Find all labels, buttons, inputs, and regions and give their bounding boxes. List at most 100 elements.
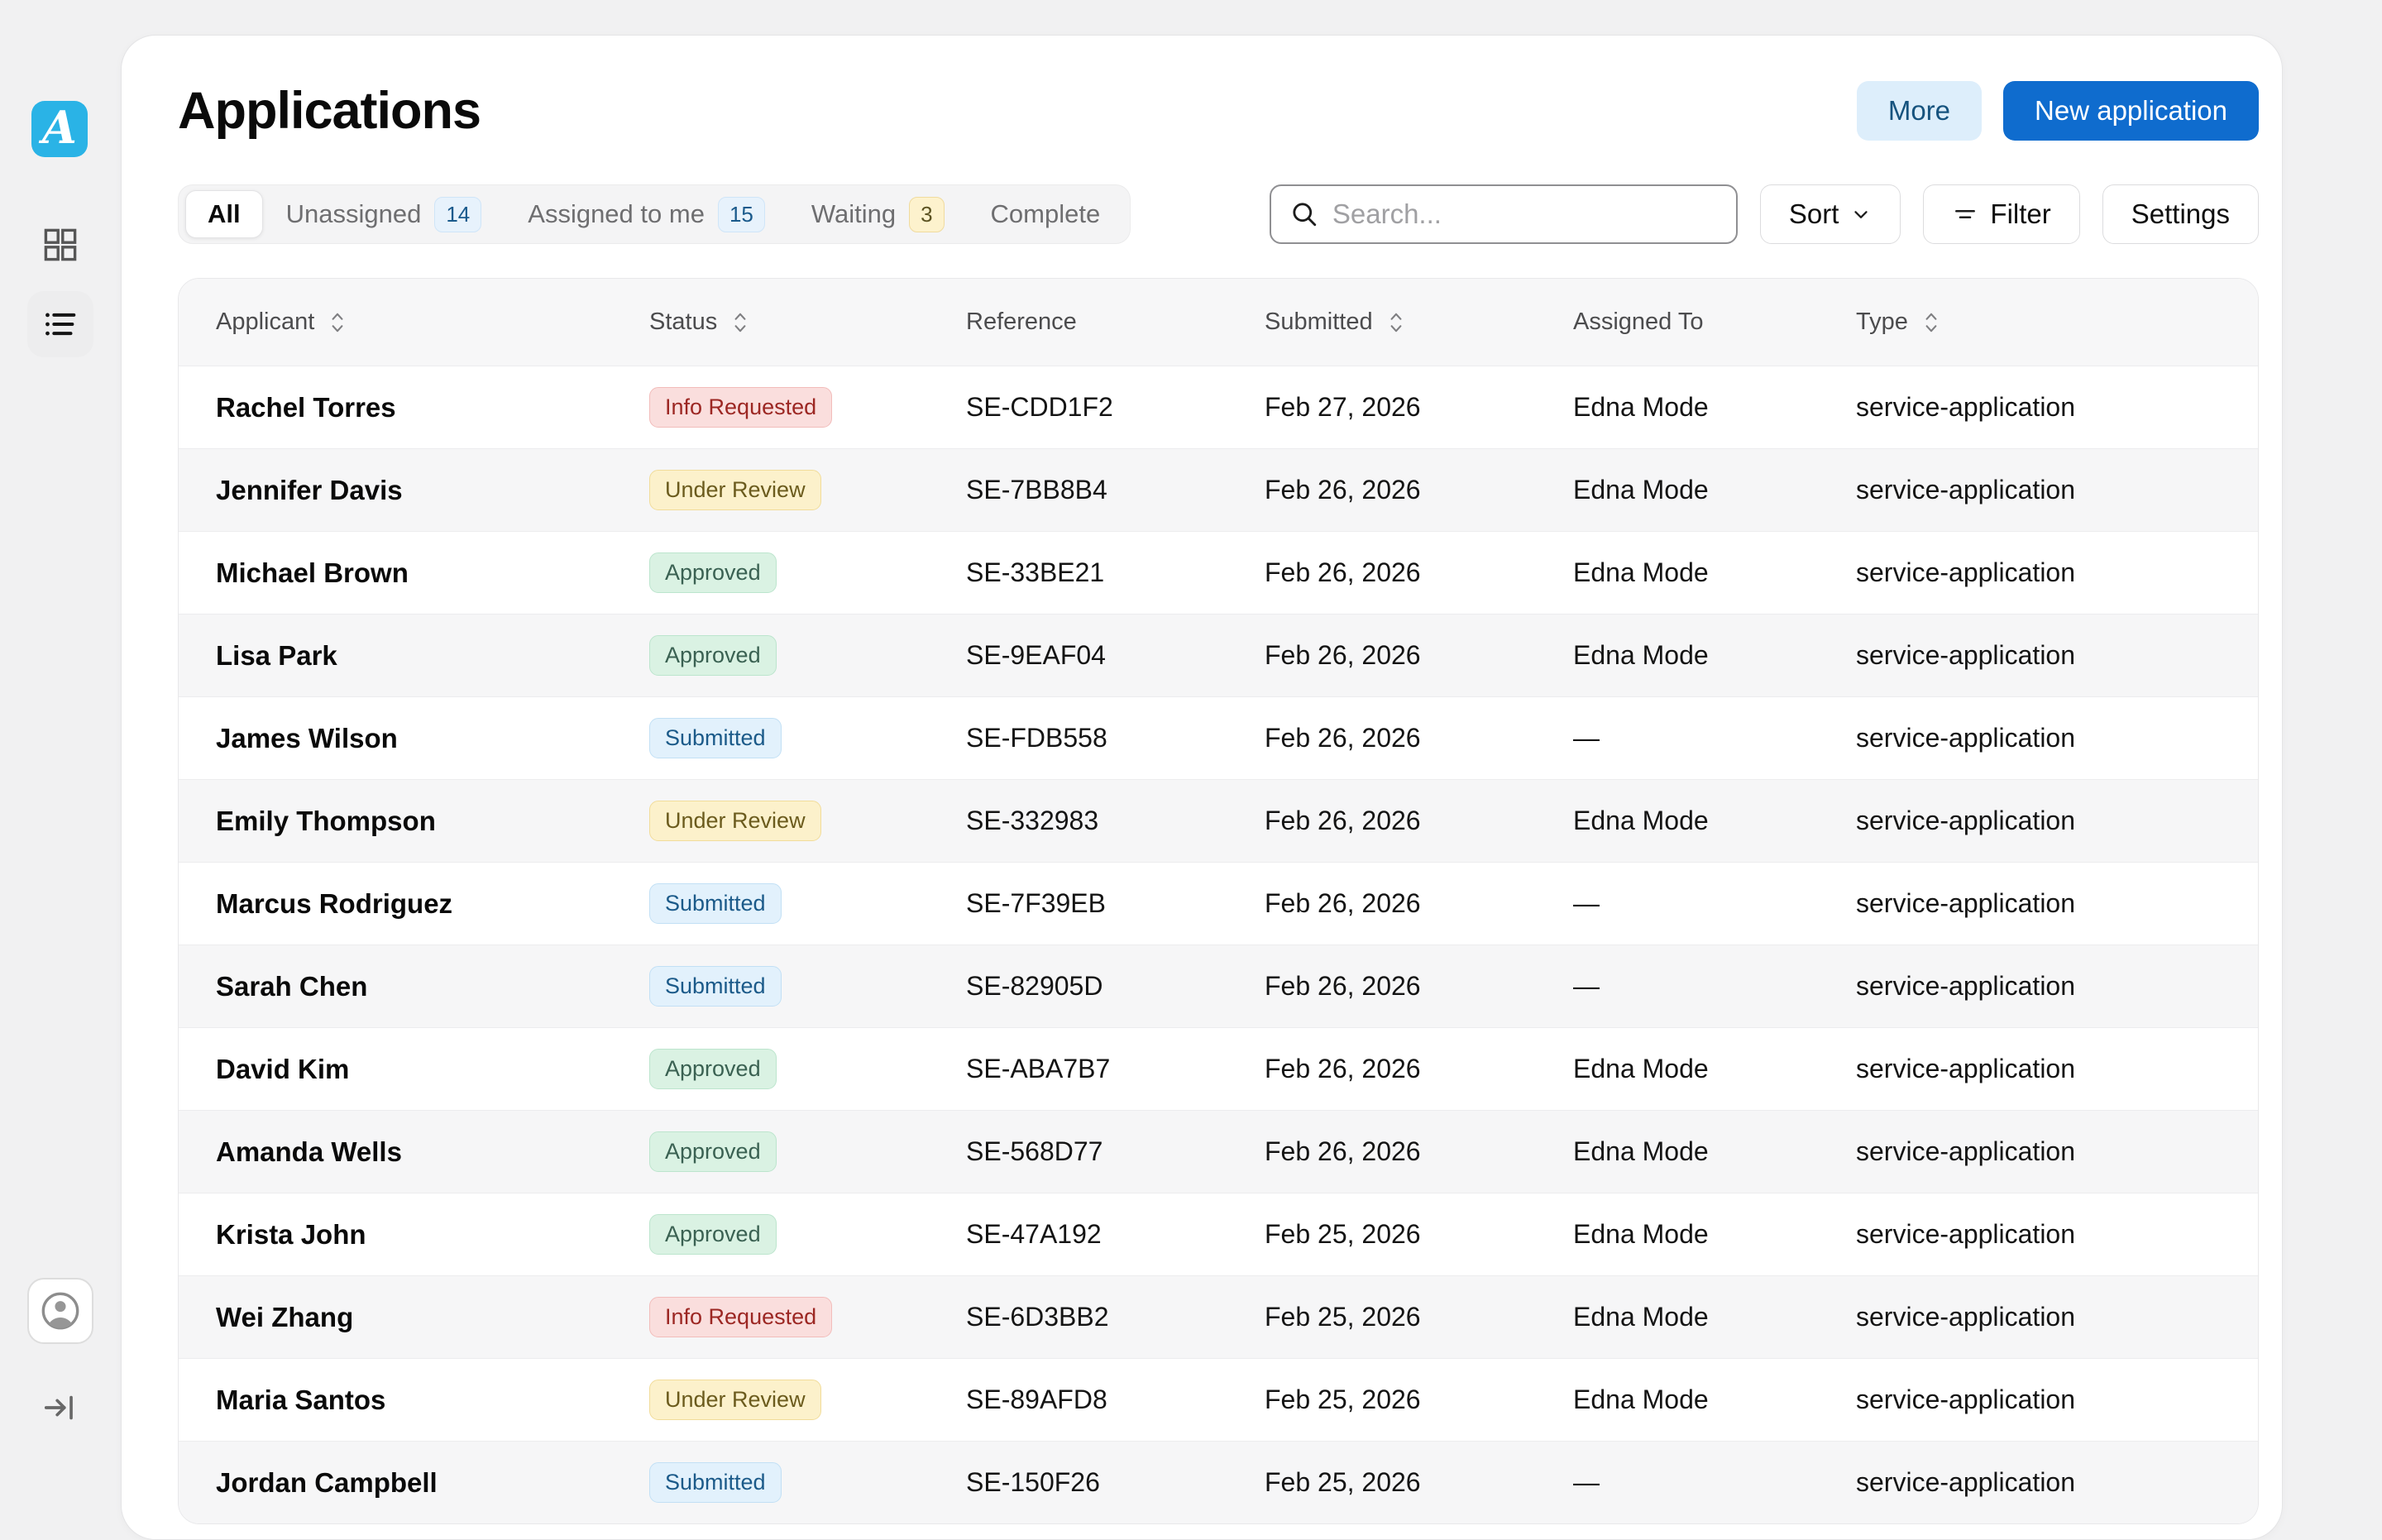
table-row[interactable]: Lisa Park Approved SE-9EAF04 Feb 26, 202… [179,614,2258,696]
reference-cell: SE-9EAF04 [966,640,1265,671]
tab-all[interactable]: All [185,190,263,238]
tab-complete[interactable]: Complete [968,190,1124,238]
column-header-type[interactable]: Type [1856,308,2258,336]
sort-button-label: Sort [1789,198,1839,230]
submitted-cell: Feb 26, 2026 [1265,1136,1573,1167]
tab-count-badge: 14 [434,197,481,232]
reference-cell: SE-ABA7B7 [966,1054,1265,1084]
filter-lines-icon [1952,201,1978,227]
table-header-row: Applicant Status Reference Submitted Ass… [179,279,2258,366]
sort-chevrons-icon [1922,310,1940,335]
settings-button-label: Settings [2131,198,2230,230]
column-header-status[interactable]: Status [649,308,966,336]
table-row[interactable]: David Kim Approved SE-ABA7B7 Feb 26, 202… [179,1027,2258,1110]
status-badge: Submitted [649,1462,782,1503]
user-avatar-icon [38,1289,83,1333]
table-row[interactable]: James Wilson Submitted SE-FDB558 Feb 26,… [179,696,2258,779]
table-row[interactable]: Marcus Rodriguez Submitted SE-7F39EB Feb… [179,862,2258,945]
sidebar-item-applications-list[interactable] [27,291,93,357]
applicant-name: Marcus Rodriguez [216,888,649,920]
assigned-to-cell: Edna Mode [1573,806,1856,836]
column-header-assigned-to: Assigned To [1573,308,1856,336]
assigned-to-cell: — [1573,723,1856,753]
reference-cell: SE-6D3BB2 [966,1302,1265,1332]
assigned-to-cell: — [1573,971,1856,1002]
assigned-to-cell: — [1573,888,1856,919]
tools: Sort Filter Settings [1270,184,2259,244]
reference-cell: SE-332983 [966,806,1265,836]
tabs: All Unassigned 14 Assigned to me 15 Wait… [178,184,1131,244]
more-button[interactable]: More [1857,81,1982,141]
table-row[interactable]: Michael Brown Approved SE-33BE21 Feb 26,… [179,531,2258,614]
user-profile-button[interactable] [27,1278,93,1344]
type-cell: service-application [1856,1054,2258,1084]
applicant-name: Lisa Park [216,640,649,672]
new-application-button[interactable]: New application [2003,81,2259,141]
applicant-name: Jennifer Davis [216,475,649,506]
tab-waiting[interactable]: Waiting 3 [788,190,968,238]
applicant-name: Jordan Campbell [216,1467,649,1499]
page-title: Applications [178,81,481,141]
table-row[interactable]: Emily Thompson Under Review SE-332983 Fe… [179,779,2258,862]
applications-table: Applicant Status Reference Submitted Ass… [178,278,2259,1524]
app-logo-letter: A [42,101,77,154]
sort-button[interactable]: Sort [1760,184,1901,244]
assigned-to-cell: Edna Mode [1573,557,1856,588]
tab-label: Unassigned [286,199,422,229]
table-row[interactable]: Rachel Torres Info Requested SE-CDD1F2 F… [179,366,2258,448]
assigned-to-cell: Edna Mode [1573,1054,1856,1084]
applicant-name: Amanda Wells [216,1136,649,1168]
status-badge: Under Review [649,470,821,510]
chevron-down-icon [1850,203,1872,225]
status-badge: Under Review [649,801,821,841]
applicant-name: Emily Thompson [216,806,649,837]
type-cell: service-application [1856,1302,2258,1332]
search-input[interactable] [1332,198,1718,230]
filter-button[interactable]: Filter [1923,184,2079,244]
assigned-to-cell: Edna Mode [1573,392,1856,423]
column-header-applicant[interactable]: Applicant [216,308,649,336]
status-badge: Approved [649,1214,777,1255]
table-row[interactable]: Jordan Campbell Submitted SE-150F26 Feb … [179,1441,2258,1523]
type-cell: service-application [1856,971,2258,1002]
assigned-to-cell: Edna Mode [1573,1302,1856,1332]
assigned-to-cell: Edna Mode [1573,1219,1856,1250]
column-header-label: Status [649,308,717,336]
arrow-to-bar-icon [41,1389,79,1427]
column-header-submitted[interactable]: Submitted [1265,308,1573,336]
column-header-label: Type [1856,308,1908,336]
submitted-cell: Feb 27, 2026 [1265,392,1573,423]
app-logo[interactable]: A [31,101,88,157]
submitted-cell: Feb 26, 2026 [1265,888,1573,919]
sidebar-item-dashboard[interactable] [27,212,93,278]
tab-count-badge: 15 [718,197,765,232]
tab-assigned-to-me[interactable]: Assigned to me 15 [505,190,788,238]
submitted-cell: Feb 26, 2026 [1265,640,1573,671]
assigned-to-cell: Edna Mode [1573,475,1856,505]
applicant-name: Krista John [216,1219,649,1251]
reference-cell: SE-89AFD8 [966,1385,1265,1415]
titlebar: Applications More New application [178,80,2259,141]
tab-count-badge: 3 [909,197,944,232]
status-badge: Under Review [649,1380,821,1420]
status-badge: Approved [649,552,777,593]
applicant-name: James Wilson [216,723,649,754]
status-badge: Approved [649,635,777,676]
type-cell: service-application [1856,1467,2258,1498]
tab-label: Complete [991,199,1101,229]
submitted-cell: Feb 25, 2026 [1265,1219,1573,1250]
table-row[interactable]: Jennifer Davis Under Review SE-7BB8B4 Fe… [179,448,2258,531]
table-row[interactable]: Wei Zhang Info Requested SE-6D3BB2 Feb 2… [179,1275,2258,1358]
collapse-sidebar-button[interactable] [27,1375,93,1441]
assigned-to-cell: Edna Mode [1573,1385,1856,1415]
table-row[interactable]: Krista John Approved SE-47A192 Feb 25, 2… [179,1193,2258,1275]
table-row[interactable]: Maria Santos Under Review SE-89AFD8 Feb … [179,1358,2258,1441]
tab-unassigned[interactable]: Unassigned 14 [263,190,505,238]
settings-button[interactable]: Settings [2102,184,2259,244]
applicant-name: Wei Zhang [216,1302,649,1333]
table-row[interactable]: Amanda Wells Approved SE-568D77 Feb 26, … [179,1110,2258,1193]
tab-label: All [208,199,241,229]
assigned-to-cell: Edna Mode [1573,1136,1856,1167]
table-row[interactable]: Sarah Chen Submitted SE-82905D Feb 26, 2… [179,945,2258,1027]
column-header-label: Assigned To [1573,308,1703,336]
